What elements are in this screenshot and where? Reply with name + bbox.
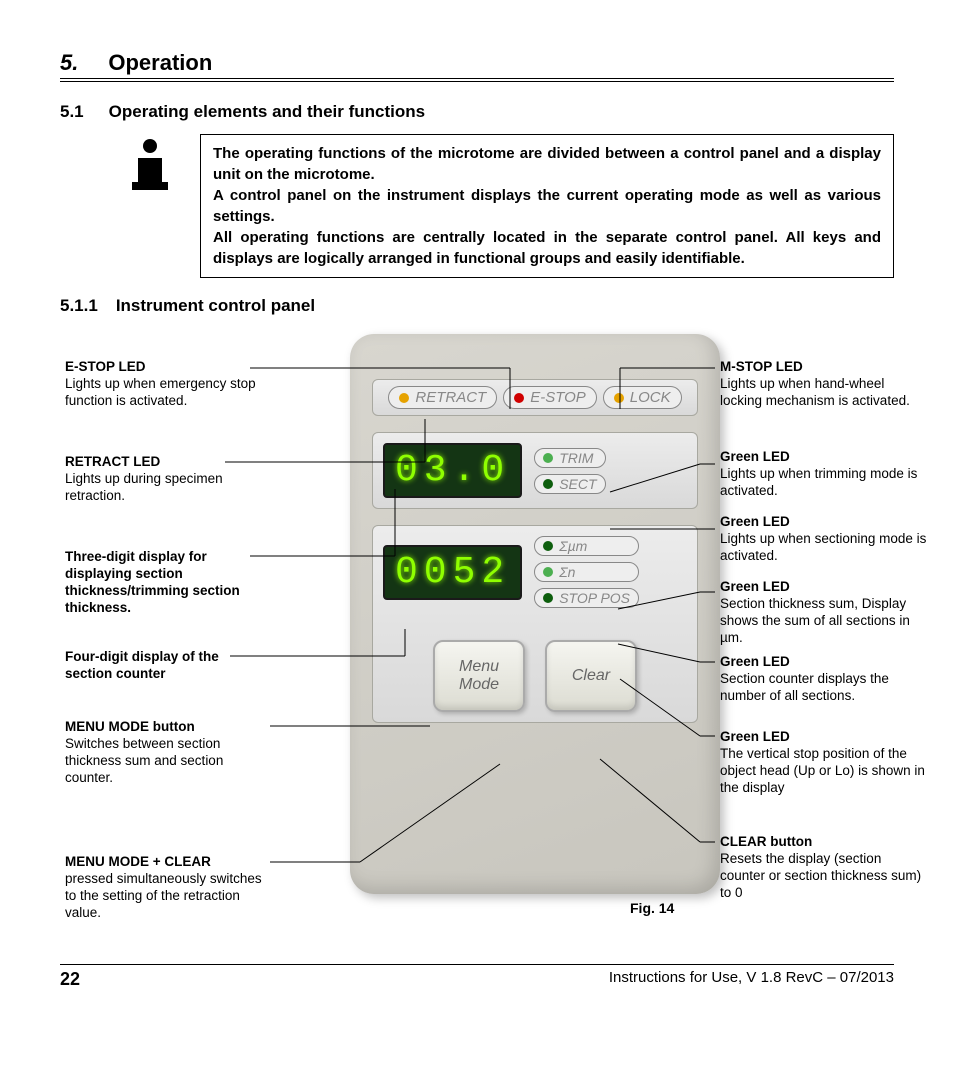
estop-led — [514, 393, 524, 403]
trim-led — [543, 453, 553, 463]
annot-clear: CLEAR buttonResets the display (section … — [720, 834, 930, 902]
four-digit-display: 0052 — [383, 545, 522, 600]
retract-led — [399, 393, 409, 403]
lock-indicator: LOCK — [603, 386, 682, 409]
footer-text: Instructions for Use, V 1.8 RevC – 07/20… — [609, 969, 894, 990]
annot-trim-led: Green LEDLights up when trimming mode is… — [720, 449, 930, 500]
section-number: 5.1 — [60, 102, 84, 122]
section-title: Operating elements and their functions — [109, 102, 425, 122]
chapter-header: 5. Operation — [60, 50, 894, 82]
thickness-group: 03.0 TRIM SECT — [372, 432, 698, 509]
section-header: 5.1 Operating elements and their functio… — [60, 102, 894, 122]
annot-retract: RETRACT LEDLights up during specimen ret… — [65, 454, 265, 505]
chapter-number: 5. — [60, 50, 78, 76]
subsection-number: 5.1.1 — [60, 296, 98, 316]
annot-mstop: M-STOP LEDLights up when hand-wheel lock… — [720, 359, 930, 410]
annot-4digit: Four-digit display of the section counte… — [65, 649, 265, 683]
clear-button[interactable]: Clear — [545, 640, 637, 712]
page-number: 22 — [60, 969, 80, 990]
info-p1: The operating functions of the microtome… — [213, 143, 881, 185]
figure-caption: Fig. 14 — [630, 900, 674, 916]
annot-sum-n: Green LEDSection counter displays the nu… — [720, 654, 930, 705]
retract-indicator: RETRACT — [388, 386, 497, 409]
info-p3: All operating functions are centrally lo… — [213, 227, 881, 269]
subsection-header: 5.1.1 Instrument control panel — [60, 296, 894, 316]
annot-stoppos: Green LEDThe vertical stop position of t… — [720, 729, 930, 797]
annot-sect-led: Green LEDLights up when sectioning mode … — [720, 514, 930, 565]
stoppos-led — [543, 593, 553, 603]
estop-indicator: E-STOP — [503, 386, 597, 409]
trim-indicator: TRIM — [534, 448, 605, 468]
sum-n-indicator: Σn — [534, 562, 639, 582]
sum-um-indicator: Σµm — [534, 536, 639, 556]
info-block: The operating functions of the microtome… — [60, 134, 894, 278]
chapter-title: Operation — [108, 50, 212, 76]
menu-mode-button[interactable]: Menu Mode — [433, 640, 525, 712]
info-icon — [120, 134, 180, 194]
stoppos-indicator: STOP POS — [534, 588, 639, 608]
info-p2: A control panel on the instrument displa… — [213, 185, 881, 227]
annot-menuclear: MENU MODE + CLEARpressed simultaneously … — [65, 854, 265, 922]
control-panel-diagram: RETRACT E-STOP LOCK 03.0 TRIM SECT 0052 … — [60, 334, 894, 954]
annot-estop: E-STOP LEDLights up when emergency stop … — [65, 359, 265, 410]
sect-led — [543, 479, 553, 489]
lock-led — [614, 393, 624, 403]
control-panel: RETRACT E-STOP LOCK 03.0 TRIM SECT 0052 … — [350, 334, 720, 894]
sum-um-led — [543, 541, 553, 551]
annot-sum-um: Green LEDSection thickness sum, Display … — [720, 579, 930, 647]
subsection-title: Instrument control panel — [116, 296, 315, 316]
sect-indicator: SECT — [534, 474, 605, 494]
status-led-row: RETRACT E-STOP LOCK — [372, 379, 698, 416]
annot-3digit: Three-digit display for displaying secti… — [65, 549, 265, 617]
counter-group: 0052 Σµm Σn STOP POS Menu Mode Clear — [372, 525, 698, 723]
page-footer: 22 Instructions for Use, V 1.8 RevC – 07… — [60, 964, 894, 990]
three-digit-display: 03.0 — [383, 443, 522, 498]
sum-n-led — [543, 567, 553, 577]
annot-menumode: MENU MODE buttonSwitches between section… — [65, 719, 265, 787]
info-box: The operating functions of the microtome… — [200, 134, 894, 278]
